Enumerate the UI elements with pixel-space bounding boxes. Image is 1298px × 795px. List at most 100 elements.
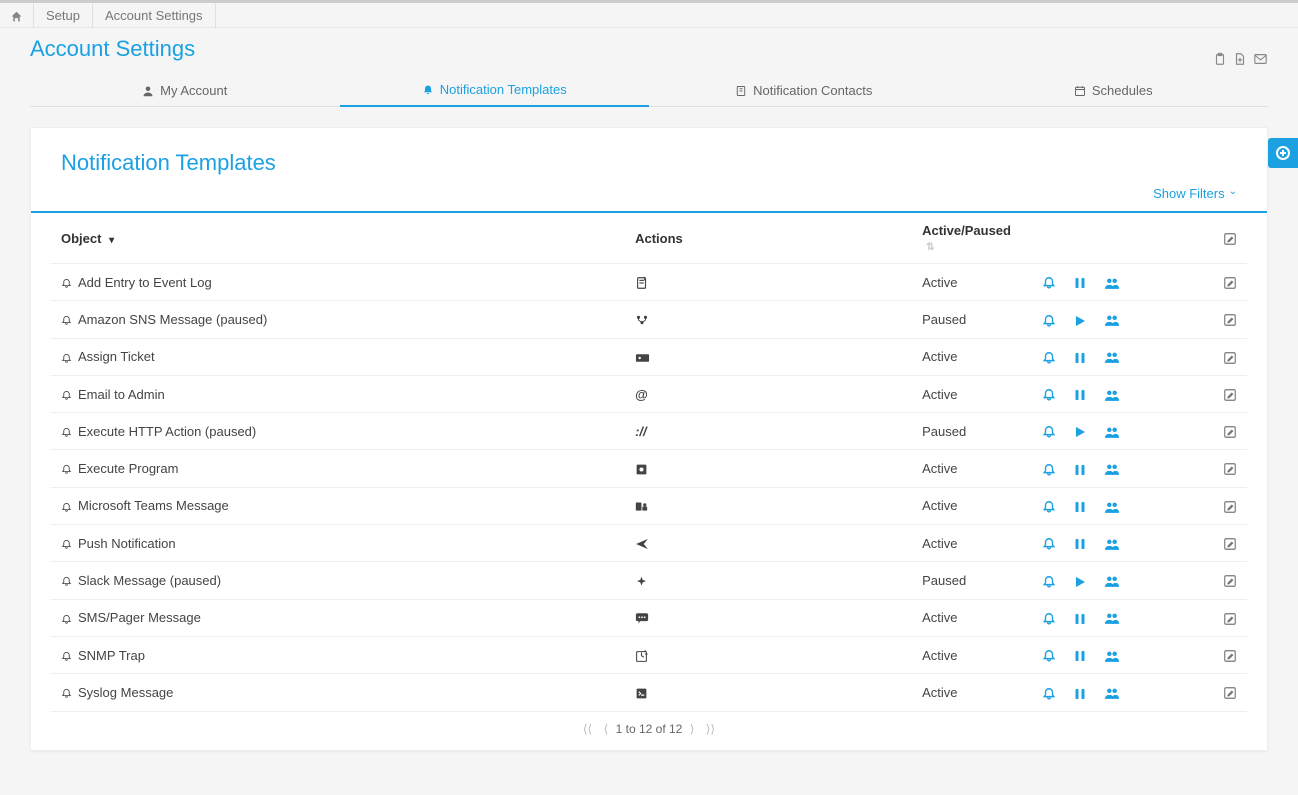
eventlog-icon — [635, 274, 649, 289]
bell-outline-icon — [61, 388, 72, 402]
users-icon[interactable] — [1104, 684, 1120, 700]
template-name[interactable]: Execute HTTP Action (paused) — [78, 424, 256, 439]
notify-icon[interactable] — [1042, 610, 1056, 626]
edit-icon[interactable] — [1223, 498, 1237, 513]
snmp-icon — [635, 648, 648, 663]
template-name[interactable]: SNMP Trap — [78, 648, 145, 663]
calendar-icon — [1074, 83, 1086, 97]
table-row: Execute ProgramActive — [51, 450, 1247, 487]
clipboard-icon[interactable] — [1213, 50, 1227, 66]
edit-icon[interactable] — [1223, 274, 1237, 289]
edit-icon[interactable] — [1223, 461, 1237, 476]
edit-icon[interactable] — [1223, 535, 1237, 550]
pause-icon[interactable] — [1074, 274, 1086, 290]
users-icon[interactable] — [1104, 535, 1120, 551]
notify-icon[interactable] — [1042, 647, 1056, 663]
edit-icon[interactable] — [1223, 349, 1237, 364]
pager-prev-icon[interactable]: ⟨ — [604, 722, 609, 736]
pause-icon[interactable] — [1074, 647, 1086, 663]
notify-icon[interactable] — [1042, 274, 1056, 290]
bell-outline-icon — [61, 686, 72, 700]
pause-icon[interactable] — [1074, 460, 1086, 476]
bell-outline-icon — [61, 276, 72, 290]
new-file-icon[interactable] — [1233, 50, 1247, 66]
play-icon[interactable] — [1074, 311, 1086, 327]
notify-icon[interactable] — [1042, 423, 1056, 439]
edit-icon[interactable] — [1223, 424, 1237, 439]
template-name[interactable]: Add Entry to Event Log — [78, 275, 212, 290]
play-icon[interactable] — [1074, 423, 1086, 439]
pause-icon[interactable] — [1074, 386, 1086, 402]
template-name[interactable]: SMS/Pager Message — [78, 610, 201, 625]
template-name[interactable]: Push Notification — [78, 536, 176, 551]
notify-icon[interactable] — [1042, 386, 1056, 402]
column-actions[interactable]: Actions — [625, 213, 912, 264]
table-row: Assign Ticket Active — [51, 338, 1247, 375]
template-name[interactable]: Execute Program — [78, 461, 178, 476]
status-text: Active — [922, 536, 957, 551]
table-row: SNMP TrapActive — [51, 636, 1247, 673]
notify-icon[interactable] — [1042, 311, 1056, 327]
breadcrumb-setup[interactable]: Setup — [34, 3, 93, 28]
table-row: Add Entry to Event LogActive — [51, 264, 1247, 301]
pause-icon[interactable] — [1074, 349, 1086, 365]
pager-next-icon[interactable]: ⟩ — [690, 722, 695, 736]
edit-icon[interactable] — [1223, 610, 1237, 625]
pause-icon[interactable] — [1074, 498, 1086, 514]
pager-last-icon[interactable]: ⟩⟩ — [706, 722, 715, 736]
column-status[interactable]: Active/Paused ⇅ — [912, 213, 1032, 264]
tab-my-account[interactable]: My Account — [30, 72, 340, 106]
sns-icon — [635, 312, 649, 327]
edit-header-icon[interactable] — [1223, 230, 1237, 245]
status-text: Active — [922, 349, 957, 364]
tab-schedules[interactable]: Schedules — [959, 72, 1269, 106]
pause-icon[interactable] — [1074, 610, 1086, 626]
users-icon[interactable] — [1104, 386, 1120, 402]
users-icon[interactable] — [1104, 498, 1120, 514]
users-icon[interactable] — [1104, 311, 1120, 327]
play-icon[interactable] — [1074, 572, 1086, 588]
notify-icon[interactable] — [1042, 572, 1056, 588]
breadcrumb-account-settings[interactable]: Account Settings — [93, 3, 216, 28]
notify-icon[interactable] — [1042, 498, 1056, 514]
sms-icon — [635, 610, 649, 625]
users-icon[interactable] — [1104, 349, 1120, 365]
card-title: Notification Templates — [31, 128, 1267, 184]
column-object[interactable]: Object ▾ — [51, 213, 625, 264]
sort-desc-icon: ▾ — [109, 235, 114, 246]
template-name[interactable]: Assign Ticket — [78, 349, 155, 364]
template-name[interactable]: Amazon SNS Message (paused) — [78, 312, 267, 327]
notify-icon[interactable] — [1042, 535, 1056, 551]
edit-icon[interactable] — [1223, 685, 1237, 700]
tab-notification-contacts[interactable]: Notification Contacts — [649, 72, 959, 106]
add-button[interactable] — [1268, 138, 1298, 168]
users-icon[interactable] — [1104, 647, 1120, 663]
pause-icon[interactable] — [1074, 535, 1086, 551]
notify-icon[interactable] — [1042, 460, 1056, 476]
bell-outline-icon — [61, 574, 72, 588]
edit-icon[interactable] — [1223, 573, 1237, 588]
notify-icon[interactable] — [1042, 684, 1056, 700]
pause-icon[interactable] — [1074, 684, 1086, 700]
template-name[interactable]: Syslog Message — [78, 685, 173, 700]
users-icon[interactable] — [1104, 423, 1120, 439]
template-name[interactable]: Microsoft Teams Message — [78, 498, 229, 513]
users-icon[interactable] — [1104, 274, 1120, 290]
home-icon[interactable] — [0, 3, 34, 28]
notify-icon[interactable] — [1042, 349, 1056, 365]
users-icon[interactable] — [1104, 572, 1120, 588]
mail-icon[interactable] — [1253, 50, 1268, 66]
tab-notification-templates[interactable]: Notification Templates — [340, 72, 650, 107]
template-name[interactable]: Slack Message (paused) — [78, 573, 221, 588]
edit-icon[interactable] — [1223, 312, 1237, 327]
pager-first-icon[interactable]: ⟨⟨ — [583, 722, 592, 736]
template-name[interactable]: Email to Admin — [78, 387, 165, 402]
users-icon[interactable] — [1104, 610, 1120, 626]
users-icon[interactable] — [1104, 460, 1120, 476]
edit-icon[interactable] — [1223, 386, 1237, 401]
edit-icon[interactable] — [1223, 647, 1237, 662]
show-filters-link[interactable]: Show Filters ⌄ — [31, 182, 1267, 213]
table-row: Push Notification Active — [51, 525, 1247, 562]
tab-label: Schedules — [1092, 83, 1153, 98]
http-icon: :// — [635, 424, 647, 439]
